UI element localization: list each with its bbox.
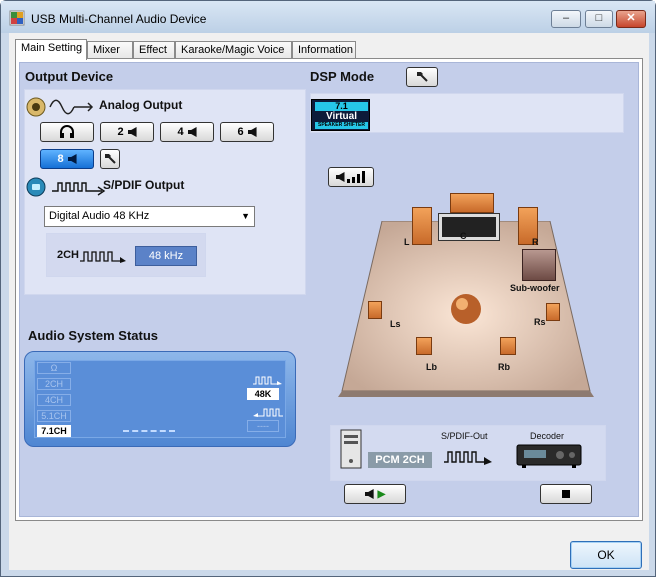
spdif-out-wave-icon: [444, 451, 492, 465]
spdif-format-value: Digital Audio 48 KHz: [49, 210, 150, 222]
audio-status-display: Ω 2CH 4CH 5.1CH 7.1CH 48K ----: [34, 360, 286, 438]
audio-status-panel: Ω 2CH 4CH 5.1CH 7.1CH 48K ----: [24, 351, 296, 447]
label-subwoofer: Sub-woofer: [510, 283, 560, 293]
spdif-output-label: S/PDIF Output: [103, 178, 185, 192]
client-area: Main Setting Mixer Effect Karaoke/Magic …: [9, 33, 649, 570]
volume-bars-icon: [346, 171, 365, 183]
virtual-71-bottom: SPEAKER SHIFTER: [315, 122, 368, 129]
decoder-label: Decoder: [530, 431, 565, 441]
chevron-down-icon: ▼: [241, 211, 250, 221]
channel-6-button[interactable]: 6: [220, 122, 274, 142]
ok-button[interactable]: OK: [570, 541, 642, 569]
channel-8-button[interactable]: 8: [40, 149, 94, 169]
output-device-heading: Output Device: [25, 69, 114, 84]
channel-8-label: 8: [57, 153, 64, 165]
stop-test-button[interactable]: [540, 484, 592, 504]
spdif-channels-label: 2CH: [57, 249, 80, 261]
speaker-room: L R C Sub-woofer Ls Rs Lb Rb: [338, 193, 594, 401]
stop-icon: [562, 490, 570, 498]
speaker-left[interactable]: [412, 207, 432, 245]
main-setting-panel: Output Device Analog Output 2 4 6 8 S/PD…: [19, 62, 639, 517]
status-level-bar: [123, 430, 175, 433]
headphone-button[interactable]: [40, 122, 94, 142]
tab-effect[interactable]: Effect: [133, 41, 175, 59]
decoder-device-icon: [516, 444, 582, 468]
speaker-test-button[interactable]: [328, 167, 374, 187]
speaker-icon: [247, 127, 257, 137]
label-rb: Rb: [498, 362, 510, 372]
label-ls: Ls: [390, 319, 401, 329]
close-button[interactable]: ✕: [616, 10, 646, 28]
label-r: R: [532, 237, 539, 247]
label-l: L: [404, 237, 410, 247]
channel-4-button[interactable]: 4: [160, 122, 214, 142]
dsp-mode-heading: DSP Mode: [310, 69, 375, 84]
status-4ch: 4CH: [37, 394, 71, 406]
output-wave-icon: [253, 408, 283, 417]
input-wave-icon: [253, 376, 282, 385]
app-icon: [9, 10, 25, 26]
virtual-71-mid: Virtual: [326, 111, 357, 122]
tab-information[interactable]: Information: [292, 41, 356, 59]
speaker-settings-button[interactable]: [100, 149, 120, 169]
label-rs: Rs: [534, 317, 546, 327]
display-screen-icon: [438, 213, 500, 241]
maximize-button[interactable]: □: [585, 10, 613, 28]
status-sample-rate: 48K: [247, 388, 279, 400]
speaker-right-back[interactable]: [500, 337, 516, 355]
speaker-left-back[interactable]: [416, 337, 432, 355]
computer-tower-icon: [340, 429, 362, 469]
status-51ch: 5.1CH: [37, 410, 71, 422]
minimize-button[interactable]: –: [551, 10, 581, 28]
analog-output-label: Analog Output: [99, 98, 183, 112]
speaker-center[interactable]: [450, 193, 494, 213]
label-lb: Lb: [426, 362, 437, 372]
status-output-rate: ----: [247, 420, 279, 432]
window-title: USB Multi-Channel Audio Device: [31, 12, 207, 26]
speaker-left-surround[interactable]: [368, 301, 382, 319]
play-test-button[interactable]: ▶: [344, 484, 406, 504]
speaker-subwoofer[interactable]: [522, 249, 556, 281]
speaker-right-surround[interactable]: [546, 303, 560, 321]
speaker-icon: [67, 154, 77, 164]
hammer-icon: [417, 72, 428, 82]
virtual-71-badge[interactable]: 7.1 Virtual SPEAKER SHIFTER: [311, 99, 370, 131]
app-window: USB Multi-Channel Audio Device – □ ✕ Mai…: [0, 0, 656, 577]
channel-4-label: 4: [177, 126, 184, 138]
speaker-icon: [187, 127, 197, 137]
tab-mixer[interactable]: Mixer: [87, 41, 133, 59]
status-71ch: 7.1CH: [37, 425, 71, 437]
speaker-icon: [335, 172, 345, 182]
title-bar: USB Multi-Channel Audio Device – □ ✕: [1, 1, 655, 33]
analog-speaker-icon: [26, 97, 94, 117]
virtual-71-top: 7.1: [315, 102, 368, 111]
spdif-out-label: S/PDIF-Out: [441, 431, 488, 441]
status-2ch: 2CH: [37, 378, 71, 390]
play-icon: ▶: [377, 488, 386, 500]
channel-2-button[interactable]: 2: [100, 122, 154, 142]
channel-6-label: 6: [237, 126, 244, 138]
audio-status-heading: Audio System Status: [28, 328, 159, 343]
speaker-icon: [127, 127, 137, 137]
tab-karaoke[interactable]: Karaoke/Magic Voice: [175, 41, 292, 59]
label-c: C: [460, 231, 467, 241]
hammer-icon: [105, 154, 116, 164]
channel-2-label: 2: [117, 126, 124, 138]
spdif-rate-display: 48 kHz: [135, 246, 197, 266]
dsp-settings-button[interactable]: [406, 67, 438, 87]
headphone-icon: [60, 125, 74, 138]
status-headphone-icon: Ω: [37, 362, 71, 374]
tab-main-setting[interactable]: Main Setting: [15, 39, 87, 60]
tab-panel: Output Device Analog Output 2 4 6 8 S/PD…: [15, 58, 643, 521]
signal-wave-icon: [80, 251, 126, 263]
speaker-icon: [364, 489, 374, 499]
pcm-display: PCM 2CH: [368, 452, 432, 468]
spdif-format-select[interactable]: Digital Audio 48 KHz ▼: [44, 206, 255, 227]
